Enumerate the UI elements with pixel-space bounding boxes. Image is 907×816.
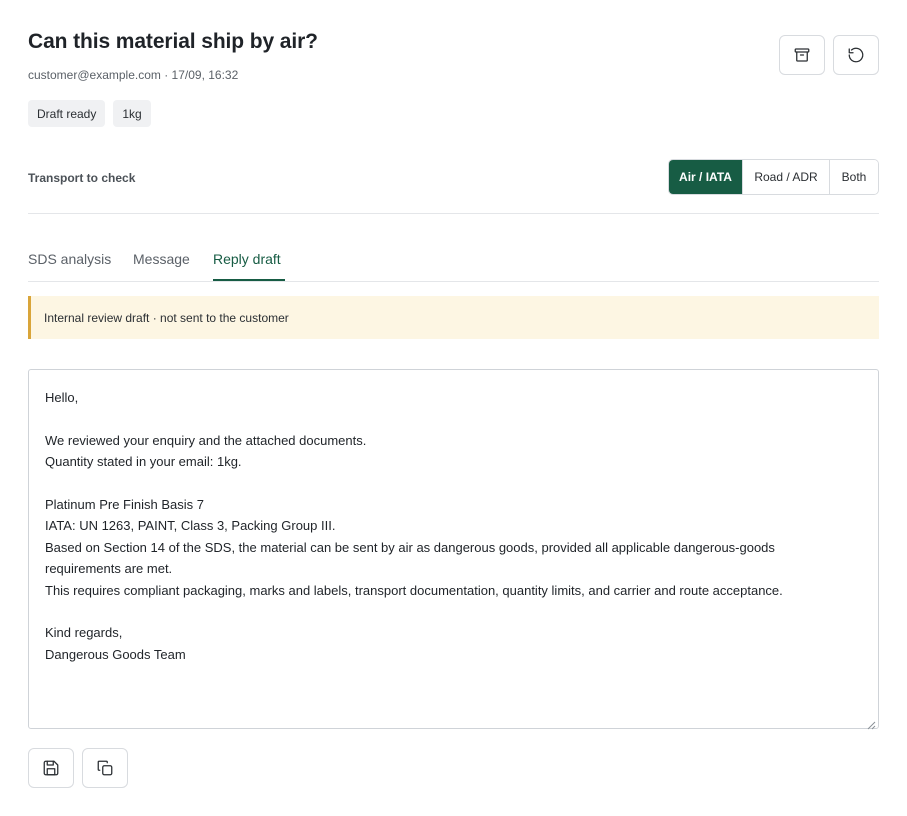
rotate-ccw-icon [848, 47, 864, 63]
draft-text: Hello, We reviewed your enquiry and the a… [45, 387, 862, 665]
archive-icon [794, 48, 810, 62]
restore-button[interactable] [833, 35, 879, 75]
archive-button[interactable] [779, 35, 825, 75]
tabs-divider [28, 281, 879, 282]
draft-line [45, 473, 862, 494]
draft-line: Kind regards, [45, 625, 123, 641]
draft-line [45, 408, 862, 429]
save-icon [43, 760, 59, 776]
message-meta: customer@example.com · 17/09, 16:32 [28, 68, 239, 82]
draft-line: Dangerous Goods Team [45, 646, 186, 662]
draft-line: IATA: UN 1263, PAINT, Class 3, Packing G… [45, 518, 336, 534]
tab-message[interactable]: Message [133, 251, 190, 267]
draft-line: Platinum Pre Finish Basis 7 [45, 497, 204, 512]
transport-option-both[interactable]: Both [830, 160, 878, 194]
tag-list: Draft ready 1kg [28, 100, 151, 127]
resize-handle[interactable] [867, 717, 876, 730]
tab-reply-draft[interactable]: Reply draft [213, 251, 281, 267]
quantity-badge: 1kg [113, 100, 151, 127]
draft-line: This requires compliant packaging, marks… [45, 582, 783, 598]
draft-line: requirements are met. [45, 561, 173, 577]
draft-line: Hello, [45, 390, 79, 405]
status-badge: Draft ready [28, 100, 106, 127]
copy-draft-button[interactable] [82, 748, 128, 788]
reply-draft-textarea[interactable]: Hello, We reviewed your enquiry and the a… [28, 369, 879, 730]
transport-option-air[interactable]: Air / IATA [669, 160, 743, 194]
resize-grip-icon [867, 721, 876, 730]
section-divider [28, 213, 879, 214]
draft-line [45, 601, 862, 622]
page-title: Can this material ship by air? [28, 30, 318, 53]
save-draft-button[interactable] [28, 748, 74, 788]
copy-icon [97, 760, 113, 776]
transport-segmented-control: Air / IATA Road / ADR Both [668, 159, 879, 195]
tab-sds-analysis[interactable]: SDS analysis [28, 251, 111, 267]
transport-label: Transport to check [28, 171, 136, 185]
draft-line: Based on Section 14 of the SDS, the mate… [45, 539, 775, 555]
review-notice: Internal review draft · not sent to the … [28, 296, 879, 339]
draft-line: Quantity stated in your email: 1kg. [45, 454, 242, 470]
draft-line: We reviewed your enquiry and the attache… [45, 432, 367, 448]
transport-option-road[interactable]: Road / ADR [743, 160, 830, 194]
